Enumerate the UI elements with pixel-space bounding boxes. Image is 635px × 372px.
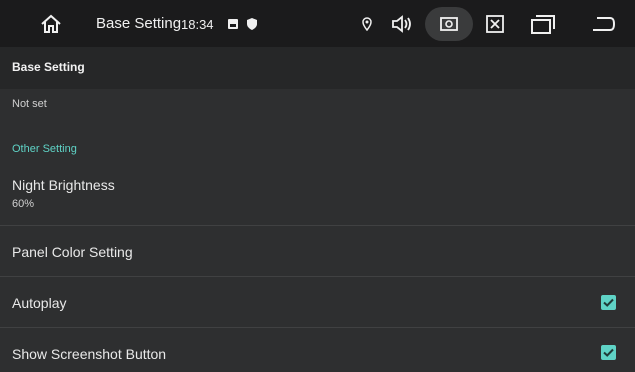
night-brightness-title: Night Brightness xyxy=(12,177,115,193)
shield-icon xyxy=(244,0,260,47)
autoplay-item[interactable]: Autoplay xyxy=(0,277,635,327)
panel-color-title: Panel Color Setting xyxy=(12,244,133,260)
volume-icon[interactable] xyxy=(389,0,415,47)
page-title: Base Setting xyxy=(12,60,85,74)
show-screenshot-title: Show Screenshot Button xyxy=(12,346,167,362)
show-screenshot-checkbox[interactable] xyxy=(601,345,616,360)
location-icon xyxy=(358,0,376,47)
status-time: 18:34 xyxy=(181,17,214,32)
panel-color-item[interactable]: Panel Color Setting xyxy=(0,226,635,276)
screenshot-icon[interactable] xyxy=(437,0,461,47)
category-header: Other Setting xyxy=(12,143,77,155)
close-box-icon[interactable] xyxy=(483,0,507,47)
show-screenshot-item[interactable]: Show Screenshot Button xyxy=(0,328,635,372)
home-icon[interactable] xyxy=(36,0,66,47)
status-title: Base Setting xyxy=(96,15,182,32)
back-icon[interactable] xyxy=(588,0,618,47)
autoplay-checkbox[interactable] xyxy=(601,295,616,310)
app-bar: Base Setting xyxy=(0,47,635,89)
settings-list: Not set Other Setting Night Brightness 6… xyxy=(0,89,635,372)
previous-item-summary: Not set xyxy=(12,98,47,110)
status-bar: Base Setting 18:34 xyxy=(0,0,635,47)
image-icon xyxy=(225,0,241,47)
clipped-title xyxy=(27,89,87,93)
autoplay-title: Autoplay xyxy=(12,295,67,311)
night-brightness-summary: 60% xyxy=(12,198,35,210)
night-brightness-item[interactable]: Night Brightness 60% xyxy=(0,169,635,225)
recent-apps-icon[interactable] xyxy=(528,0,558,47)
